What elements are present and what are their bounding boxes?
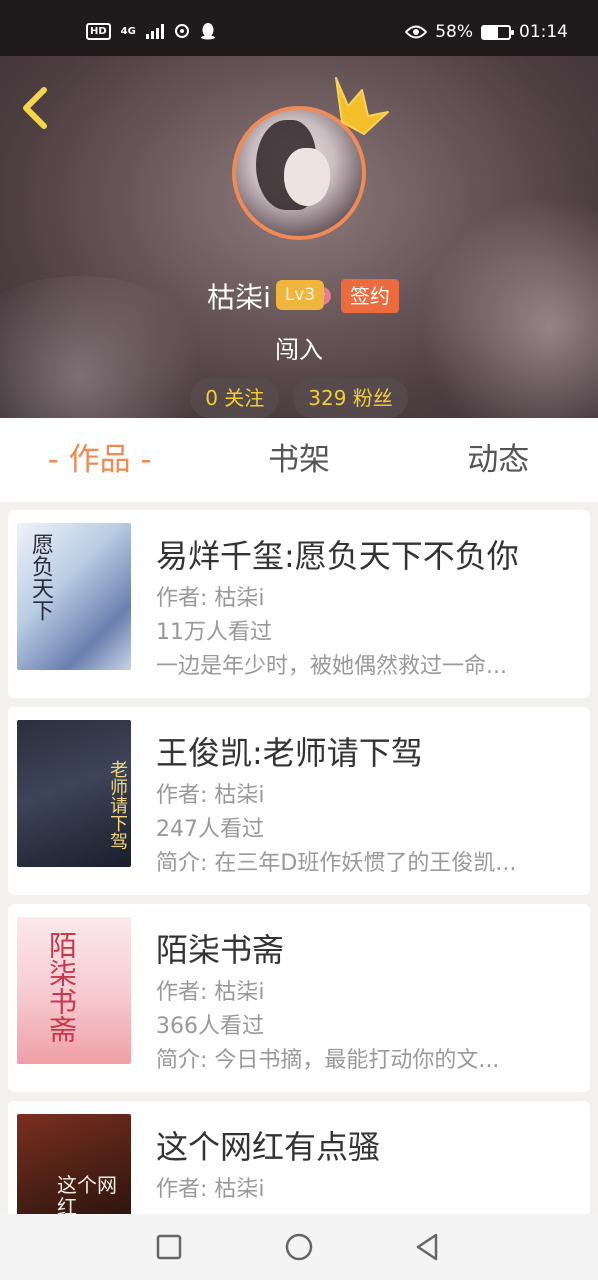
signed-badge: 签约 (340, 279, 399, 313)
work-title[interactable]: 这个网红有点骚 (156, 1125, 576, 1169)
work-info: 陌柒书斋 作者: 枯柒i 366人看过 简介: 今日书摘，最能打动你的文... (156, 904, 576, 1078)
circle-icon[interactable] (282, 1230, 316, 1264)
triangle-back-icon[interactable] (410, 1230, 444, 1264)
hd-icon: HD (86, 22, 111, 40)
work-info: 这个网红有点骚 作者: 枯柒i (156, 1101, 576, 1207)
cover-title: 陌柒书斋 (45, 931, 78, 1043)
work-author: 作者: 枯柒i (156, 783, 265, 808)
work-views: 247人看过 (156, 817, 264, 842)
stats-row: 0 关注 329 粉丝 (0, 378, 598, 418)
network-type: 4G (120, 25, 136, 37)
qq-icon (200, 23, 215, 40)
work-title[interactable]: 易烊千玺:愿负天下不负你 (156, 534, 576, 578)
work-card[interactable]: 陌柒书斋 陌柒书斋 作者: 枯柒i 366人看过 简介: 今日书摘，最能打动你的… (8, 904, 590, 1092)
eye-comfort-icon (405, 25, 428, 39)
followers-button[interactable]: 329 粉丝 (293, 378, 408, 418)
system-nav-bar (0, 1214, 598, 1280)
work-title[interactable]: 王俊凯:老师请下驾 (156, 731, 576, 775)
work-author: 作者: 枯柒i (156, 1177, 265, 1202)
data-sync-icon (174, 24, 189, 38)
chevron-left-icon[interactable] (16, 86, 56, 130)
book-cover[interactable]: 陌柒书斋 (17, 917, 131, 1064)
book-cover[interactable]: 愿负天下 (17, 523, 131, 670)
clock: 01:14 (519, 22, 568, 42)
battery-icon (481, 24, 514, 40)
following-button[interactable]: 0 关注 (190, 378, 280, 418)
work-info: 易烊千玺:愿负天下不负你 作者: 枯柒i 11万人看过 一边是年少时，被她偶然救… (156, 510, 576, 684)
profile-tabs: - 作品 - 书架 动态 (0, 418, 598, 502)
work-views: 366人看过 (156, 1014, 264, 1039)
work-summary: 简介: 在三年D班作妖惯了的王俊凯... (156, 851, 517, 876)
work-summary: 简介: 今日书摘，最能打动你的文... (156, 1048, 500, 1073)
work-card[interactable]: 这个网红 这个网红有点骚 作者: 枯柒i (8, 1101, 590, 1214)
work-author: 作者: 枯柒i (156, 980, 265, 1005)
work-views: 11万人看过 (156, 620, 272, 645)
user-motto: 闯入 (275, 336, 323, 364)
book-cover[interactable]: 这个网红 (17, 1114, 131, 1214)
status-right: 58% 01:14 (405, 22, 568, 42)
battery-fill (483, 26, 499, 38)
cover-title: 这个网红 (57, 1173, 117, 1214)
work-card[interactable]: 老师请下驾 王俊凯:老师请下驾 作者: 枯柒i 247人看过 简介: 在三年D班… (8, 707, 590, 895)
tab-activity[interactable]: 动态 (399, 418, 598, 502)
tab-works[interactable]: - 作品 - (0, 418, 199, 502)
work-card[interactable]: 愿负天下 易烊千玺:愿负天下不负你 作者: 枯柒i 11万人看过 一边是年少时，… (8, 510, 590, 698)
book-cover[interactable]: 老师请下驾 (17, 720, 131, 867)
work-info: 王俊凯:老师请下驾 作者: 枯柒i 247人看过 简介: 在三年D班作妖惯了的王… (156, 707, 576, 881)
works-list: 愿负天下 易烊千玺:愿负天下不负你 作者: 枯柒i 11万人看过 一边是年少时，… (0, 502, 598, 1214)
work-title[interactable]: 陌柒书斋 (156, 928, 576, 972)
cover-title: 愿负天下 (28, 533, 53, 621)
user-name: 枯柒i (207, 281, 271, 314)
tab-bookshelf[interactable]: 书架 (199, 418, 398, 502)
work-author: 作者: 枯柒i (156, 586, 265, 611)
level-badge: Lv3 (276, 280, 324, 310)
work-summary: 一边是年少时，被她偶然救过一命... (156, 654, 507, 679)
profile-header: Lv3 枯柒i VIP 签约 闯入 0 关注 329 粉丝 (0, 56, 598, 418)
crown-icon (335, 77, 389, 135)
status-left: HD 4G (86, 22, 216, 40)
battery-percent: 58% (435, 22, 473, 42)
status-bar: HD 4G 58% 01:14 (0, 0, 598, 56)
cover-title: 老师请下驾 (107, 760, 128, 850)
signal-icon (145, 23, 164, 39)
square-icon[interactable] (152, 1230, 186, 1264)
